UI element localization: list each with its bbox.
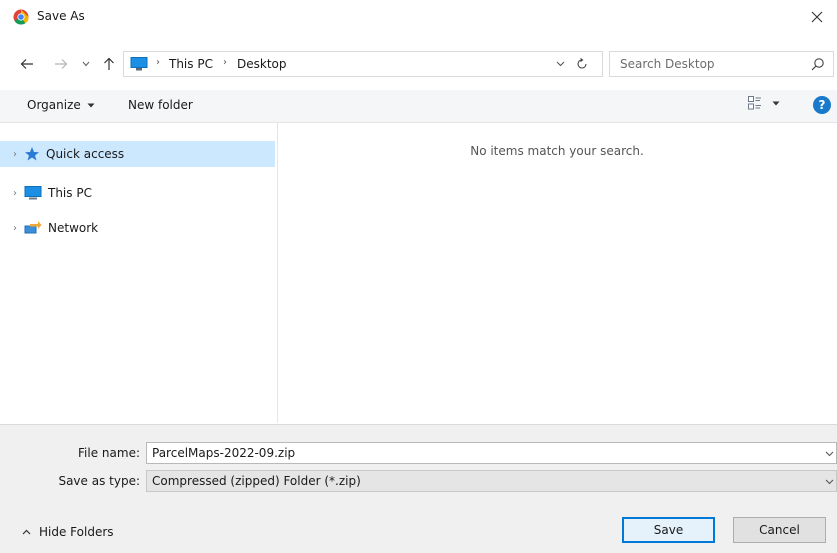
organize-label: Organize: [27, 98, 81, 112]
chrome-icon: [13, 9, 29, 25]
breadcrumb-separator: ›: [156, 57, 160, 68]
chevron-down-icon[interactable]: [825, 451, 834, 457]
this-pc-icon: [130, 57, 148, 71]
command-bar: Organize New folder ?: [0, 90, 837, 123]
hide-folders-button[interactable]: Hide Folders: [22, 525, 114, 539]
up-button[interactable]: [98, 52, 120, 76]
sidebar-item-label: Quick access: [46, 147, 125, 161]
sidebar-item-this-pc[interactable]: › This PC: [0, 180, 275, 206]
view-details-icon: [748, 96, 761, 110]
chevron-down-icon: [82, 61, 90, 67]
file-name-input[interactable]: [152, 443, 792, 463]
sidebar-item-label: This PC: [48, 186, 92, 200]
refresh-icon: [577, 58, 587, 69]
forward-button[interactable]: [48, 52, 74, 76]
title-bar: Save As: [0, 0, 837, 34]
organize-button[interactable]: Organize: [27, 98, 95, 112]
hide-folders-label: Hide Folders: [39, 525, 114, 539]
breadcrumb-desktop[interactable]: Desktop: [237, 57, 287, 71]
file-name-field[interactable]: [146, 442, 837, 464]
help-icon: ?: [818, 98, 826, 112]
close-icon: [811, 11, 823, 23]
search-input[interactable]: [620, 52, 800, 76]
address-bar[interactable]: › This PC › Desktop: [123, 51, 603, 77]
forward-arrow-icon: [55, 59, 68, 69]
new-folder-button[interactable]: New folder: [128, 98, 193, 112]
navigation-pane: › Quick access › This PC › Network: [0, 123, 278, 423]
back-arrow-icon: [20, 59, 33, 69]
window-title: Save As: [37, 9, 85, 23]
chevron-down-icon: [825, 479, 834, 485]
close-button[interactable]: [797, 0, 837, 34]
save-as-type-value: Compressed (zipped) Folder (*.zip): [152, 474, 361, 488]
network-icon: [24, 221, 42, 234]
save-as-type-select[interactable]: Compressed (zipped) Folder (*.zip): [146, 470, 837, 492]
file-name-label: File name:: [78, 446, 140, 460]
view-options-button[interactable]: [748, 96, 780, 110]
caret-down-icon: [87, 103, 95, 107]
breadcrumb-this-pc[interactable]: This PC: [169, 57, 213, 71]
save-button[interactable]: Save: [622, 517, 715, 543]
up-arrow-icon: [104, 57, 114, 70]
refresh-button[interactable]: [564, 51, 600, 77]
help-button[interactable]: ?: [813, 96, 831, 114]
star-icon: [25, 147, 39, 161]
breadcrumb-separator: ›: [223, 57, 227, 68]
save-as-type-label: Save as type:: [58, 474, 140, 488]
computer-icon: [24, 186, 42, 200]
chevron-up-icon: [22, 529, 31, 535]
cancel-button[interactable]: Cancel: [733, 517, 826, 543]
search-box[interactable]: [609, 51, 834, 77]
sidebar-item-label: Network: [48, 221, 99, 235]
recent-locations-button[interactable]: [78, 52, 94, 76]
caret-down-icon: [772, 101, 780, 105]
empty-results-message: No items match your search.: [470, 144, 644, 158]
sidebar-item-network[interactable]: › Network: [0, 215, 275, 241]
back-button[interactable]: [14, 52, 40, 76]
sidebar-item-quick-access[interactable]: › Quick access: [0, 141, 275, 167]
search-icon[interactable]: [811, 57, 825, 71]
